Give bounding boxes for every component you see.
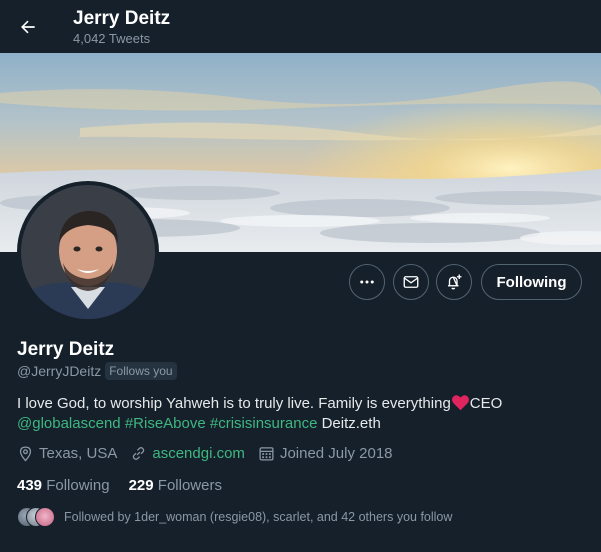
notify-button[interactable]	[436, 264, 472, 300]
followed-by-row[interactable]: Followed by 1der_woman (resgie08), scarl…	[17, 506, 452, 528]
avatar-image	[21, 185, 155, 319]
profile-display-name: Jerry Deitz	[17, 339, 115, 360]
back-button[interactable]	[11, 10, 45, 44]
message-button[interactable]	[393, 264, 429, 300]
arrow-left-icon	[21, 20, 35, 34]
calendar-icon	[259, 447, 274, 461]
followed-by-text: Followed by 1der_woman (resgie08), scarl…	[64, 510, 453, 524]
heart-icon	[451, 395, 469, 411]
follows-you-badge: Follows you	[105, 362, 177, 380]
more-dots-icon	[360, 280, 374, 284]
profile-meta: Texas, USA ascendgi.com Joined July 2018	[17, 445, 406, 462]
bio-hashtag-link[interactable]: #RiseAbove	[125, 415, 206, 432]
joined-text: Joined July 2018	[279, 445, 393, 462]
bio-suffix: CEO	[469, 395, 503, 412]
followers-count-link[interactable]: 229 Followers	[129, 477, 222, 494]
following-button[interactable]: Following	[481, 264, 582, 300]
more-button[interactable]	[349, 264, 385, 300]
bio-text: I love God, to worship Yahweh is to trul…	[17, 395, 451, 412]
avatar[interactable]	[17, 181, 159, 323]
bio-hashtag-link[interactable]: #crisisinsurance	[210, 415, 318, 432]
joined-date: Joined July 2018	[258, 445, 393, 462]
avatar	[35, 507, 55, 527]
location-pin-icon	[19, 446, 32, 462]
handle-row: @JerryJDeitz Follows you	[17, 362, 177, 380]
followers-label: Followers	[157, 477, 222, 494]
website: ascendgi.com	[130, 445, 245, 462]
location: Texas, USA	[17, 445, 117, 462]
follow-stats: 439 Following 229 Followers	[17, 477, 241, 494]
top-bar: Jerry Deitz 4,042 Tweets	[0, 0, 601, 53]
link-icon	[133, 447, 145, 460]
profile-bio: I love God, to worship Yahweh is to trul…	[17, 394, 587, 434]
bio-mention-link[interactable]: @globalascend	[17, 415, 121, 432]
profile-handle: @JerryJDeitz	[17, 363, 102, 379]
followers-count: 229	[128, 477, 154, 494]
bio-ens: Deitz.eth	[321, 415, 381, 432]
followed-by-avatars	[17, 506, 57, 528]
tweet-count: 4,042 Tweets	[73, 31, 151, 46]
following-label: Following	[46, 477, 110, 494]
bell-plus-icon	[448, 274, 462, 290]
following-count: 439	[17, 477, 43, 494]
website-link[interactable]: ascendgi.com	[152, 445, 245, 462]
following-count-link[interactable]: 439 Following	[17, 477, 110, 494]
envelope-icon	[403, 276, 419, 288]
location-text: Texas, USA	[39, 445, 118, 462]
header-title: Jerry Deitz	[73, 8, 171, 29]
